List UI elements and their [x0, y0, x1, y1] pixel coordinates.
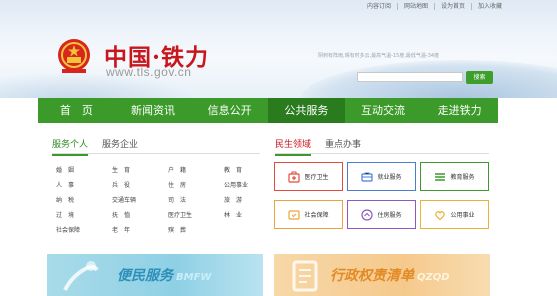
set-homepage-link[interactable]: 设为首页 — [433, 3, 471, 10]
service-link[interactable]: 户 籍 — [168, 165, 224, 177]
service-link[interactable]: 林 业 — [224, 210, 274, 222]
main-content: 服务个人 服务企业 婚 姻 生 育 户 籍 教 育 人 事 兵 役 住 房 公用… — [38, 123, 498, 254]
card-employment[interactable]: 就业服务 — [347, 162, 416, 191]
card-label: 教育服务 — [450, 174, 475, 181]
weather-text: 阴到有阵雨,晴有时多云,最高气温-15度,最低气温-34度 — [318, 53, 440, 59]
nav-tab-about-tieli[interactable]: 走进铁力 — [421, 98, 498, 123]
shield-icon — [288, 209, 301, 220]
promo-left-sub: BMFW — [176, 272, 212, 283]
service-link[interactable]: 抚 恤 — [112, 210, 168, 222]
nav-tab-news[interactable]: 新闻资讯 — [115, 98, 192, 123]
document-icon — [292, 260, 318, 292]
card-medical[interactable]: 医疗卫生 — [274, 162, 343, 191]
subscribe-link[interactable]: 内容订阅 — [361, 3, 397, 10]
service-link[interactable]: 纳 税 — [56, 195, 112, 207]
service-link[interactable]: 人 事 — [56, 180, 112, 192]
service-link[interactable]: 殡 葬 — [168, 225, 224, 237]
book-icon — [435, 172, 446, 181]
convenience-service-banner[interactable]: 便民服务 BMFW — [47, 254, 263, 296]
briefcase-icon — [361, 172, 374, 182]
sitemap-link[interactable]: 网站地图 — [396, 3, 434, 10]
promo-left-text: 便民服务 BMFW — [117, 265, 211, 285]
service-link[interactable]: 社会保障 — [56, 225, 112, 237]
card-label: 住房服务 — [377, 212, 402, 219]
card-label: 社会保障 — [304, 212, 329, 219]
card-education[interactable]: 教育服务 — [420, 162, 489, 191]
service-link-empty — [224, 225, 274, 237]
card-label: 医疗卫生 — [304, 174, 329, 181]
service-link[interactable]: 住 房 — [168, 180, 224, 192]
nav-tab-public-service[interactable]: 公共服务 — [268, 98, 345, 123]
service-link[interactable]: 生 育 — [112, 165, 168, 177]
service-link[interactable]: 医疗卫生 — [168, 210, 224, 222]
service-link[interactable]: 旅 游 — [224, 195, 274, 207]
livelihood-cards: 医疗卫生 就业服务 教育服务 社会保障 住房服务 公用事业 — [274, 162, 489, 229]
service-link[interactable]: 过 境 — [56, 210, 112, 222]
service-link[interactable]: 公用事业 — [224, 180, 274, 192]
right-divider — [275, 153, 489, 154]
promo-left-title: 便民服务 — [117, 268, 173, 284]
main-nav: 首 页 新闻资讯 信息公开 公共服务 互动交流 走进铁力 — [38, 98, 498, 123]
card-label: 就业服务 — [377, 174, 402, 181]
medical-kit-icon — [288, 171, 301, 183]
personal-service-grid: 婚 姻 生 育 户 籍 教 育 人 事 兵 役 住 房 公用事业 纳 税 交通车… — [56, 165, 274, 237]
service-link[interactable]: 交通车辆 — [112, 195, 168, 207]
search-button[interactable]: 搜索 — [466, 71, 493, 84]
service-link[interactable]: 司 法 — [168, 195, 224, 207]
service-link[interactable]: 教 育 — [224, 165, 274, 177]
promo-right-text: 行政权责清单 QZQD — [330, 265, 450, 285]
hand-icon — [63, 261, 99, 291]
add-favorite-link[interactable]: 加入收藏 — [470, 3, 508, 10]
service-link[interactable]: 兵 役 — [112, 180, 168, 192]
card-label: 公用事业 — [450, 212, 475, 219]
house-icon — [361, 208, 374, 221]
nav-tab-interaction[interactable]: 互动交流 — [345, 98, 422, 123]
header-banner: 内容订阅 网站地图 设为首页 加入收藏 中国·铁力 www.tls.gov.cn… — [0, 0, 557, 98]
card-public-utilities[interactable]: 公用事业 — [420, 200, 489, 229]
power-list-banner[interactable]: 行政权责清单 QZQD — [274, 254, 490, 296]
service-link[interactable]: 婚 姻 — [56, 165, 112, 177]
card-social-security[interactable]: 社会保障 — [274, 200, 343, 229]
promo-right-sub: QZQD — [417, 272, 450, 283]
nav-tab-info-public[interactable]: 信息公开 — [191, 98, 268, 123]
search-input[interactable] — [357, 72, 463, 82]
left-divider — [52, 153, 260, 154]
service-link[interactable]: 老 年 — [112, 225, 168, 237]
heart-icon — [435, 210, 446, 220]
promo-right-title: 行政权责清单 — [330, 268, 414, 284]
top-links: 内容订阅 网站地图 设为首页 加入收藏 — [361, 3, 508, 10]
national-emblem-icon — [58, 39, 90, 73]
card-housing[interactable]: 住房服务 — [347, 200, 416, 229]
nav-tab-home[interactable]: 首 页 — [38, 98, 115, 123]
site-url: www.tls.gov.cn — [106, 65, 192, 79]
